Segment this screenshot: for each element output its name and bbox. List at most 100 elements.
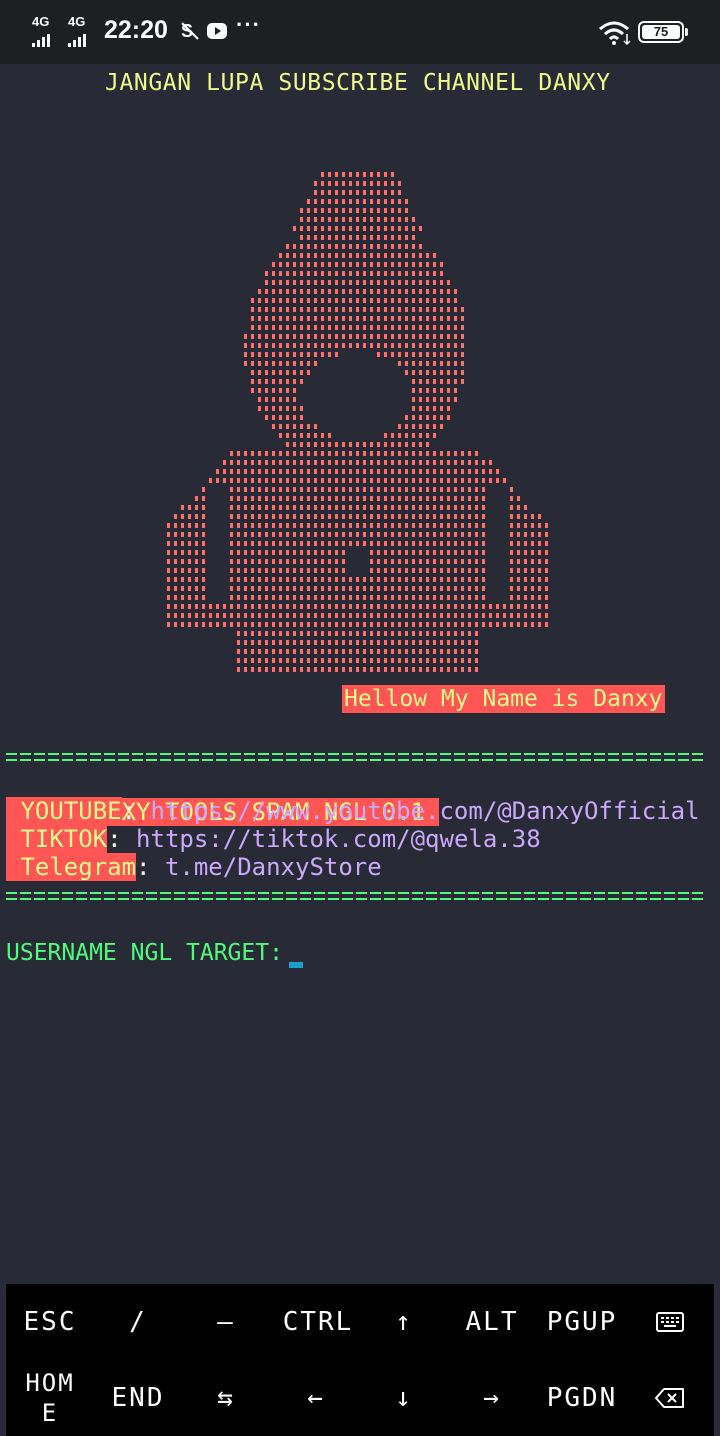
key-pgup[interactable]: PGUP — [536, 1284, 628, 1360]
art-dot — [384, 658, 387, 663]
art-dot — [314, 199, 317, 204]
art-dot — [286, 550, 289, 555]
key-home[interactable]: HOM E — [6, 1360, 94, 1436]
art-dot — [307, 352, 310, 357]
art-dot — [279, 280, 282, 285]
key-backspace[interactable] — [626, 1360, 714, 1436]
terminal-screen[interactable]: JANGAN LUPA SUBSCRIBE CHANNEL DANXY Hell… — [0, 64, 720, 1280]
art-dot — [272, 325, 275, 330]
art-dot — [272, 343, 275, 348]
key-left[interactable]: ← — [272, 1360, 360, 1436]
key-keyboard[interactable] — [626, 1284, 714, 1360]
art-dot — [461, 523, 464, 528]
signal-bars-icon — [32, 34, 50, 47]
art-dot — [475, 541, 478, 546]
art-dot — [370, 217, 373, 222]
art-dot — [251, 505, 254, 510]
art-dot — [370, 253, 373, 258]
art-dot — [251, 307, 254, 312]
key-down[interactable]: ↓ — [360, 1360, 448, 1436]
art-dot — [447, 604, 450, 609]
key-ctrl[interactable]: CTRL — [270, 1284, 366, 1360]
art-dot — [370, 568, 373, 573]
art-dot — [244, 343, 247, 348]
art-dot — [307, 613, 310, 618]
art-dot — [510, 568, 513, 573]
art-dot — [342, 226, 345, 231]
art-dot — [405, 640, 408, 645]
key-esc[interactable]: ESC — [6, 1284, 94, 1360]
art-dot — [265, 334, 268, 339]
art-dot — [433, 658, 436, 663]
art-dot — [265, 568, 268, 573]
art-dot — [363, 604, 366, 609]
art-dot — [300, 379, 303, 384]
telegram-link[interactable]: t.me/DanxyStore — [151, 853, 382, 881]
tiktok-link[interactable]: https://tiktok.com/@qwela.38 — [122, 825, 541, 853]
art-dot — [230, 460, 233, 465]
art-dot — [237, 649, 240, 654]
art-dot — [167, 550, 170, 555]
art-dot — [363, 631, 366, 636]
art-dot — [524, 595, 527, 600]
youtube-link[interactable]: https://www.youtube.com/@DanxyOfficial — [136, 797, 699, 825]
text-cursor[interactable] — [288, 962, 303, 968]
art-dot — [440, 352, 443, 357]
input-prompt-line[interactable]: USERNAME NGL TARGET: — [6, 938, 303, 968]
art-dot — [475, 460, 478, 465]
key-dash[interactable]: — — [182, 1284, 270, 1360]
art-dot — [272, 640, 275, 645]
art-dot — [328, 640, 331, 645]
art-dot — [293, 568, 296, 573]
key-slash[interactable]: / — [94, 1284, 182, 1360]
art-dot — [279, 343, 282, 348]
art-dot — [293, 280, 296, 285]
art-dot — [405, 298, 408, 303]
art-dot — [384, 289, 387, 294]
art-dot — [384, 352, 387, 357]
art-dot — [391, 433, 394, 438]
art-dot — [279, 640, 282, 645]
art-dot — [363, 235, 366, 240]
art-dot — [398, 505, 401, 510]
art-dot — [468, 649, 471, 654]
art-dot — [370, 496, 373, 501]
art-dot — [433, 379, 436, 384]
art-dot — [321, 595, 324, 600]
art-dot — [384, 568, 387, 573]
art-dot — [426, 406, 429, 411]
art-dot — [363, 343, 366, 348]
art-dot — [419, 595, 422, 600]
art-dot — [258, 460, 261, 465]
art-dot — [412, 442, 415, 447]
art-dot — [251, 334, 254, 339]
art-dot — [209, 613, 212, 618]
art-dot — [447, 658, 450, 663]
art-dot — [286, 568, 289, 573]
key-end[interactable]: END — [94, 1360, 182, 1436]
key-pgdn[interactable]: PGDN — [536, 1360, 628, 1436]
art-dot — [426, 379, 429, 384]
art-dot — [412, 253, 415, 258]
art-dot — [181, 568, 184, 573]
art-dot — [307, 577, 310, 582]
key-alt[interactable]: ALT — [448, 1284, 536, 1360]
art-dot — [440, 280, 443, 285]
art-dot — [230, 505, 233, 510]
art-dot — [356, 604, 359, 609]
art-dot — [279, 469, 282, 474]
key-tab[interactable]: ⇆ — [182, 1360, 270, 1436]
art-dot — [384, 577, 387, 582]
key-up[interactable]: ↑ — [360, 1284, 448, 1360]
art-dot — [356, 622, 359, 627]
art-dot — [524, 514, 527, 519]
art-dot — [496, 604, 499, 609]
art-dot — [370, 208, 373, 213]
art-dot — [370, 325, 373, 330]
art-dot — [398, 586, 401, 591]
art-dot — [496, 478, 499, 483]
art-dot — [482, 559, 485, 564]
art-dot — [405, 361, 408, 366]
key-right[interactable]: → — [448, 1360, 536, 1436]
art-dot — [279, 451, 282, 456]
